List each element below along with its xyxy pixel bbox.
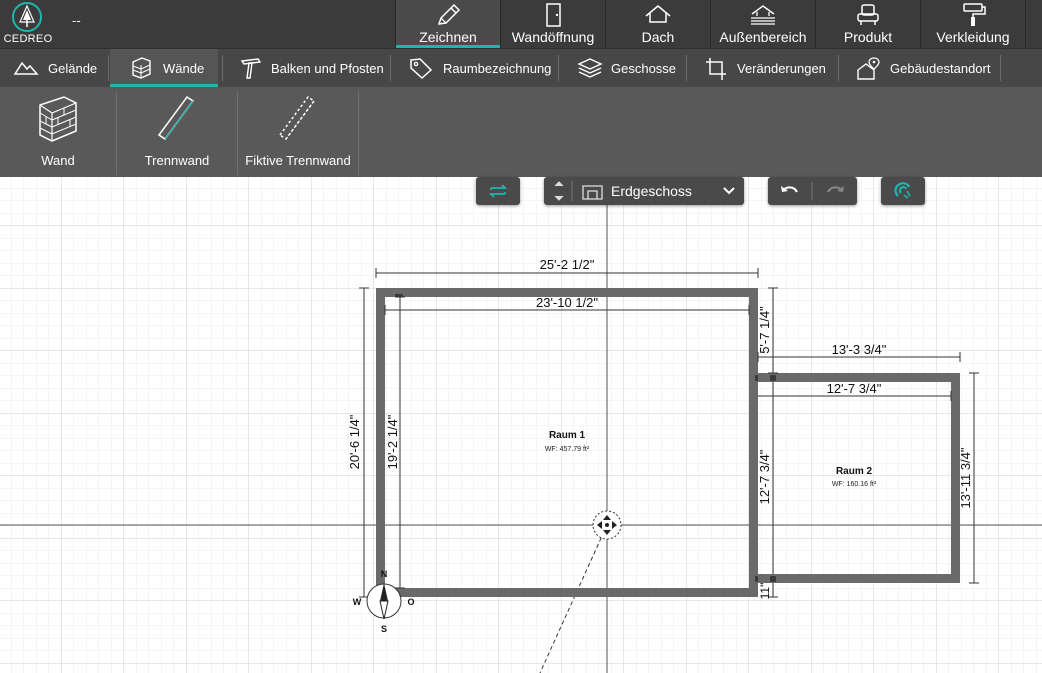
subtab-label: Gelände — [48, 61, 98, 76]
subtab-label: Veränderungen — [737, 61, 826, 76]
divider — [390, 55, 391, 81]
floor-plan[interactable]: 25'-2 1/2" 23'-10 1/2" 20'-6 1/4" 19'-2 … — [0, 177, 1042, 673]
beam-icon — [240, 58, 262, 79]
tool-label: Fiktive Trennwand — [245, 153, 351, 168]
dim-room2-top-inner: 12'-7 3/4" — [827, 381, 882, 396]
cedreo-logo-icon — [12, 2, 42, 32]
swap-view-button[interactable] — [476, 177, 520, 205]
dim-left-inner: 19'-2 1/4" — [385, 414, 400, 469]
top-bar: CEDREO -- Zeichnen Wandöffnung Dach Auße… — [0, 0, 1042, 48]
tab-dach[interactable]: Dach — [605, 0, 710, 48]
subtab-waende[interactable]: Wände — [110, 49, 218, 87]
compass-n: N — [381, 569, 388, 579]
compass-s: S — [381, 624, 387, 634]
wand-tool[interactable]: Wand — [0, 87, 116, 177]
divider — [358, 91, 359, 175]
tab-label: Dach — [641, 29, 675, 45]
roof-icon — [645, 5, 671, 23]
tool-label: Wand — [41, 153, 75, 168]
dim-left-outer: 20'-6 1/4" — [347, 414, 362, 469]
tab-zeichnen[interactable]: Zeichnen — [395, 0, 500, 48]
subtab-balken-und-pfosten[interactable]: Balken und Pfosten — [224, 49, 386, 87]
subtab-label: Wände — [163, 61, 205, 76]
tab-overflow[interactable] — [1025, 0, 1033, 48]
trennwand-tool[interactable]: Trennwand — [118, 87, 236, 177]
subtab-geschosse[interactable]: Geschosse — [560, 49, 684, 87]
tab-label: Verkleidung — [936, 29, 1010, 45]
logo-text: CEDREO — [3, 33, 53, 45]
house-location-icon — [857, 57, 880, 80]
dim-right-upper: 5'-7 1/4" — [757, 306, 772, 354]
tag-icon — [410, 58, 433, 80]
tab-label: Außenbereich — [719, 29, 807, 45]
swap-arrows-icon — [488, 184, 508, 198]
room-2-area: WF: 160.16 ft² — [832, 481, 877, 488]
partition-icon — [157, 95, 195, 141]
subtab-veraenderungen[interactable]: Veränderungen — [688, 49, 836, 87]
plan-canvas[interactable]: 25'-2 1/2" 23'-10 1/2" 20'-6 1/4" 19'-2 … — [0, 177, 1042, 673]
layers-icon — [577, 58, 603, 78]
grid — [0, 177, 1042, 673]
redo-button[interactable] — [813, 177, 857, 205]
divider — [558, 55, 559, 81]
tab-aussenbereich[interactable]: Außenbereich — [710, 0, 815, 48]
subtab-gebaeudestandort[interactable]: Gebäudestandort — [840, 49, 1000, 87]
divider — [237, 91, 238, 175]
undo-button[interactable] — [768, 177, 812, 205]
floor-selector-value: Erdgeschoss — [611, 183, 692, 199]
divider — [116, 91, 117, 175]
dim-right-room1-inner: 12'-7 3/4" — [757, 449, 772, 504]
divider — [838, 55, 839, 81]
move-handle[interactable] — [592, 510, 622, 540]
main-tabs: Zeichnen Wandöffnung Dach Außenbereich P… — [395, 0, 1033, 48]
fiktive-trennwand-tool[interactable]: Fiktive Trennwand — [239, 87, 357, 177]
door-icon — [546, 3, 561, 27]
tab-label: Produkt — [843, 29, 893, 45]
room-2-name[interactable]: Raum 2 — [836, 466, 873, 477]
compass-w: W — [353, 597, 362, 607]
brick-wall-icon — [39, 96, 77, 142]
wall-tools-panel: Wand Trennwand Fiktive Trennwand — [0, 87, 1042, 177]
tool-label: Trennwand — [144, 153, 210, 168]
subtab-label: Geschosse — [611, 61, 677, 76]
paint-roller-icon — [963, 3, 986, 26]
project-name[interactable]: -- — [72, 13, 81, 28]
room-1-area: WF: 457.79 ft² — [545, 446, 590, 453]
room-1-name[interactable]: Raum 1 — [549, 430, 586, 441]
tab-verkleidung[interactable]: Verkleidung — [920, 0, 1025, 48]
armchair-icon — [857, 4, 879, 25]
subtab-label: Gebäudestandort — [890, 61, 991, 76]
subtab-raumbezeichnung[interactable]: Raumbezeichnung — [392, 49, 556, 87]
sub-toolbar: Gelände Wände Balken und Pfosten Raumbez… — [0, 48, 1042, 87]
divider — [686, 55, 687, 81]
dim-top-inner: 23'-10 1/2" — [536, 295, 598, 310]
dim-right-bottom: 11" — [758, 583, 772, 600]
dim-room2-right-outer: 13'-11 3/4" — [958, 447, 973, 508]
dim-room2-top-outer: 13'-3 3/4" — [832, 342, 887, 357]
tab-label: Wandöffnung — [511, 29, 595, 45]
cedreo-logo[interactable]: CEDREO — [0, 0, 56, 48]
subtab-label: Balken und Pfosten — [271, 61, 384, 76]
magnet-snap-button[interactable] — [881, 177, 925, 205]
subtab-label: Raumbezeichnung — [443, 61, 552, 76]
divider — [1000, 55, 1001, 81]
terrain-icon — [13, 61, 39, 75]
divider — [222, 55, 223, 81]
divider — [108, 55, 109, 81]
tab-produkt[interactable]: Produkt — [815, 0, 920, 48]
subtab-gelaende[interactable]: Gelände — [0, 49, 108, 87]
dashed-partition-icon — [278, 95, 316, 141]
magnet-icon — [894, 182, 911, 199]
deck-icon — [751, 5, 775, 25]
tab-label: Zeichnen — [419, 29, 477, 45]
pencil-icon — [437, 3, 461, 25]
compass-o: O — [407, 597, 414, 607]
tab-wandoeffnung[interactable]: Wandöffnung — [500, 0, 605, 48]
dim-top-outer: 25'-2 1/2" — [540, 257, 595, 272]
brick-wall-icon — [132, 57, 151, 79]
crop-icon — [706, 58, 726, 80]
